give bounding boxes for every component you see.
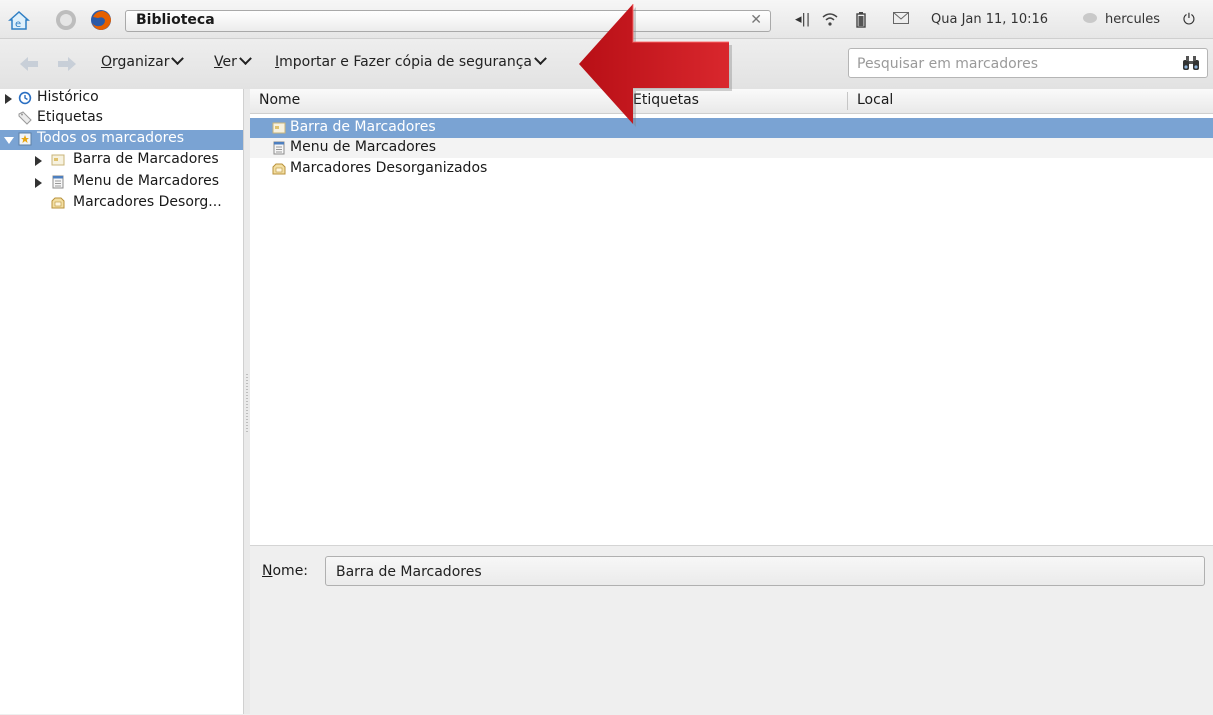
menu-import-backup[interactable]: Importar e Fazer cópia de segurança <box>275 52 547 70</box>
list-item[interactable]: Menu de Marcadores <box>250 138 1213 158</box>
chevron-down-icon <box>534 52 547 66</box>
column-header-name[interactable]: Nome <box>259 92 300 108</box>
list-item[interactable]: Barra de Marcadores <box>250 118 1213 138</box>
datetime[interactable]: Qua Jan 11, 10:16 <box>931 12 1048 27</box>
column-divider[interactable] <box>630 92 631 110</box>
name-label-text: ome: <box>272 563 309 579</box>
menu-folder-icon <box>52 175 64 189</box>
close-icon[interactable]: ✕ <box>750 12 762 28</box>
svg-text:e: e <box>15 19 21 30</box>
list-item[interactable]: Marcadores Desorganizados <box>250 159 1213 179</box>
sidebar-item-all-bookmarks[interactable]: Todos os marcadores <box>0 130 243 150</box>
home-icon[interactable]: e <box>8 9 30 31</box>
sidebar-item-label: Barra de Marcadores <box>73 151 219 167</box>
collapse-arrow-icon[interactable] <box>4 137 14 144</box>
name-label: Nome: <box>262 563 308 579</box>
volume-icon[interactable]: ◂|| <box>795 12 810 27</box>
expand-arrow-icon[interactable] <box>5 94 12 104</box>
name-field[interactable] <box>334 562 1188 582</box>
menu-view-label: er <box>222 54 237 70</box>
chevron-down-icon <box>171 52 185 66</box>
star-folder-icon <box>18 132 32 146</box>
binoculars-icon[interactable] <box>1182 55 1200 71</box>
splitter-grip[interactable] <box>246 374 248 434</box>
expand-arrow-icon[interactable] <box>35 156 42 166</box>
toolbar-folder-icon <box>272 122 286 134</box>
top-panel: e Biblioteca ✕ ◂|| Qua Jan 11, 10:16 her… <box>0 0 1213 39</box>
window-title-bar: Biblioteca ✕ <box>125 10 771 32</box>
chevron-down-icon <box>239 52 252 66</box>
sidebar-item-bookmarks-toolbar[interactable]: Barra de Marcadores <box>0 151 243 171</box>
list-item-name: Marcadores Desorganizados <box>290 160 488 176</box>
expand-arrow-icon[interactable] <box>35 178 42 188</box>
menu-view[interactable]: Ver <box>214 52 252 70</box>
menu-organize-label: rganizar <box>112 54 170 70</box>
library-toolbar: Organizar Ver Importar e Fazer cópia de … <box>0 39 1213 90</box>
tag-icon <box>18 111 32 125</box>
sidebar-item-label: Etiquetas <box>37 109 103 125</box>
sidebar-item-label: Menu de Marcadores <box>73 173 220 189</box>
menu-organize[interactable]: Organizar <box>101 52 185 70</box>
name-label-accel: N <box>262 563 273 579</box>
sidebar-item-bookmarks-menu[interactable]: Menu de Marcadores <box>0 173 243 193</box>
sidebar-item-label: Histórico <box>37 89 99 105</box>
unsorted-folder-icon <box>51 197 65 209</box>
column-header-tags[interactable]: Etiquetas <box>633 92 699 108</box>
list-item-name: Menu de Marcadores <box>290 139 437 155</box>
back-icon[interactable] <box>18 54 40 74</box>
battery-icon[interactable] <box>856 12 866 32</box>
mail-icon[interactable] <box>893 12 909 28</box>
search-box <box>848 48 1208 78</box>
places-tree: Histórico Etiquetas Todos os marcadores … <box>0 89 243 714</box>
name-field-box <box>325 556 1205 586</box>
window-title: Biblioteca <box>136 12 215 28</box>
menu-organize-accel: O <box>101 54 113 70</box>
sidebar-item-history[interactable]: Histórico <box>0 89 243 109</box>
details-pane: Nome: <box>250 545 1213 715</box>
sidebar-item-label: Todos os marcadores <box>37 130 184 146</box>
bookmark-list: Nome Etiquetas Local Barra de Marcadores… <box>250 89 1213 545</box>
sidebar-item-label: Marcadores Desorg... <box>73 194 222 210</box>
search-input[interactable] <box>855 53 1169 75</box>
menu-import-label: mportar e Fazer cópia de segurança <box>279 54 533 70</box>
power-icon[interactable]: ⏻ <box>1183 10 1195 28</box>
sidebar-item-unsorted-bookmarks[interactable]: Marcadores Desorg... <box>0 194 243 214</box>
firefox-icon[interactable] <box>90 9 112 31</box>
menu-view-accel: V <box>214 54 223 70</box>
toolbar-folder-icon <box>51 154 65 166</box>
sidebar-item-tags[interactable]: Etiquetas <box>0 109 243 129</box>
wifi-icon[interactable] <box>822 12 838 30</box>
column-divider[interactable] <box>847 92 848 110</box>
column-header-location[interactable]: Local <box>857 92 893 108</box>
forward-icon[interactable] <box>56 54 78 74</box>
column-header-row: Nome Etiquetas Local <box>250 89 1213 114</box>
clock-icon <box>18 91 32 105</box>
chat-status-icon[interactable] <box>1082 12 1098 28</box>
user-name[interactable]: hercules <box>1105 12 1160 27</box>
list-item-name: Barra de Marcadores <box>290 119 436 135</box>
unsorted-folder-icon <box>272 163 286 175</box>
system-menu-icon[interactable] <box>55 9 77 31</box>
menu-folder-icon <box>273 141 285 155</box>
